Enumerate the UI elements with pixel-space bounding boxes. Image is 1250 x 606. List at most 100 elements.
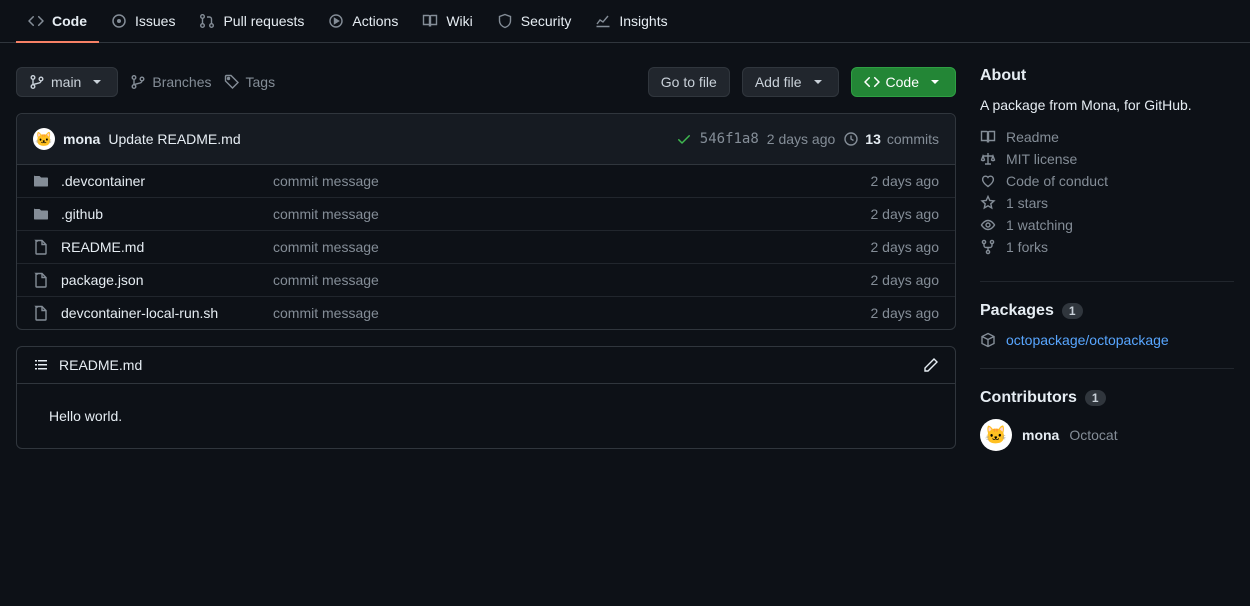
code-download-button[interactable]: Code — [851, 67, 956, 97]
forks-label: 1 forks — [1006, 239, 1048, 255]
file-commit-time: 2 days ago — [871, 239, 940, 255]
file-commit-message[interactable]: commit message — [273, 206, 859, 222]
conduct-link[interactable]: Code of conduct — [980, 173, 1234, 189]
tab-pull-requests[interactable]: Pull requests — [187, 1, 316, 43]
chevron-down-icon — [927, 74, 943, 90]
tab-label: Code — [52, 13, 87, 29]
readme-link[interactable]: Readme — [980, 129, 1234, 145]
repo-nav-tabs: Code Issues Pull requests Actions Wiki S… — [0, 0, 1250, 43]
file-name[interactable]: .github — [61, 206, 261, 222]
contributor-item[interactable]: 🐱 mona Octocat — [980, 419, 1234, 451]
readme-body: Hello world. — [17, 384, 955, 448]
commit-time: 2 days ago — [767, 131, 836, 147]
readme-header: README.md — [17, 347, 955, 384]
package-icon — [980, 332, 996, 348]
list-icon[interactable] — [33, 357, 49, 373]
branches-link[interactable]: Branches — [130, 74, 211, 90]
book-icon — [422, 13, 438, 29]
file-commit-message[interactable]: commit message — [273, 173, 859, 189]
file-name[interactable]: devcontainer-local-run.sh — [61, 305, 261, 321]
file-name[interactable]: .devcontainer — [61, 173, 261, 189]
watching-label: 1 watching — [1006, 217, 1073, 233]
branch-selector[interactable]: main — [16, 67, 118, 97]
packages-section: Packages 1 octopackage/octopackage — [980, 302, 1234, 369]
tags-link[interactable]: Tags — [224, 74, 276, 90]
star-icon — [980, 195, 996, 211]
code-btn-label: Code — [886, 74, 919, 90]
watching-link[interactable]: 1 watching — [980, 217, 1234, 233]
readme-filename[interactable]: README.md — [59, 357, 142, 373]
commits-word: commits — [887, 131, 939, 147]
file-name[interactable]: README.md — [61, 239, 261, 255]
graph-icon — [595, 13, 611, 29]
file-commit-message[interactable]: commit message — [273, 305, 859, 321]
tab-code[interactable]: Code — [16, 1, 99, 43]
add-file-button[interactable]: Add file — [742, 67, 839, 97]
check-icon[interactable] — [676, 131, 692, 147]
tab-actions[interactable]: Actions — [316, 1, 410, 43]
stars-link[interactable]: 1 stars — [980, 195, 1234, 211]
directory-row: .devcontainercommit message2 days ago — [17, 165, 955, 198]
package-link[interactable]: octopackage/octopackage — [980, 332, 1234, 348]
about-heading: About — [980, 67, 1234, 85]
play-icon — [328, 13, 344, 29]
fork-icon — [980, 239, 996, 255]
commit-author[interactable]: mona — [63, 131, 100, 147]
license-label: MIT license — [1006, 151, 1077, 167]
go-to-file-button[interactable]: Go to file — [648, 67, 730, 97]
file-commit-time: 2 days ago — [871, 206, 940, 222]
issue-icon — [111, 13, 127, 29]
left-column: main Branches Tags Go to file Add file — [16, 67, 956, 491]
avatar[interactable]: 🐱 — [33, 128, 55, 150]
folder-icon — [33, 173, 49, 189]
tab-security[interactable]: Security — [485, 1, 584, 43]
file-icon — [33, 305, 49, 321]
avatar: 🐱 — [980, 419, 1012, 451]
heart-icon — [980, 173, 996, 189]
sidebar: About A package from Mona, for GitHub. R… — [980, 67, 1234, 491]
commits-count-link[interactable]: 13 commits — [843, 131, 939, 147]
tab-label: Issues — [135, 13, 175, 29]
tab-issues[interactable]: Issues — [99, 1, 187, 43]
readme-label: Readme — [1006, 129, 1059, 145]
branches-label: Branches — [152, 74, 211, 90]
tag-icon — [224, 74, 240, 90]
code-icon — [28, 13, 44, 29]
branch-icon — [29, 74, 45, 90]
contributors-heading[interactable]: Contributors 1 — [980, 389, 1234, 407]
eye-icon — [980, 217, 996, 233]
tags-label: Tags — [246, 74, 276, 90]
directory-row: .github commit message 2 days ago — [17, 198, 955, 231]
file-commit-time: 2 days ago — [871, 305, 940, 321]
law-icon — [980, 151, 996, 167]
file-name[interactable]: package.json — [61, 272, 261, 288]
file-icon — [33, 272, 49, 288]
about-description: A package from Mona, for GitHub. — [980, 97, 1234, 113]
file-commit-message[interactable]: commit message — [273, 239, 859, 255]
history-icon — [843, 131, 859, 147]
tab-label: Insights — [619, 13, 667, 29]
latest-commit-bar: 🐱 mona Update README.md 546f1a8 2 days a… — [17, 114, 955, 165]
branch-icon — [130, 74, 146, 90]
edit-icon[interactable] — [923, 357, 939, 373]
commit-sha[interactable]: 546f1a8 — [700, 131, 759, 147]
tab-label: Wiki — [446, 13, 472, 29]
chevron-down-icon — [89, 74, 105, 90]
stars-label: 1 stars — [1006, 195, 1048, 211]
file-commit-message[interactable]: commit message — [273, 272, 859, 288]
packages-count-badge: 1 — [1062, 303, 1083, 319]
tab-wiki[interactable]: Wiki — [410, 1, 484, 43]
file-row: README.md commit message 2 days ago — [17, 231, 955, 264]
folder-icon — [33, 206, 49, 222]
forks-link[interactable]: 1 forks — [980, 239, 1234, 255]
tab-label: Pull requests — [223, 13, 304, 29]
commit-message[interactable]: Update README.md — [108, 131, 240, 147]
packages-heading[interactable]: Packages 1 — [980, 302, 1234, 320]
tab-label: Security — [521, 13, 572, 29]
go-to-file-label: Go to file — [661, 74, 717, 90]
tab-label: Actions — [352, 13, 398, 29]
license-link[interactable]: MIT license — [980, 151, 1234, 167]
chevron-down-icon — [810, 74, 826, 90]
packages-heading-label: Packages — [980, 302, 1054, 320]
tab-insights[interactable]: Insights — [583, 1, 679, 43]
